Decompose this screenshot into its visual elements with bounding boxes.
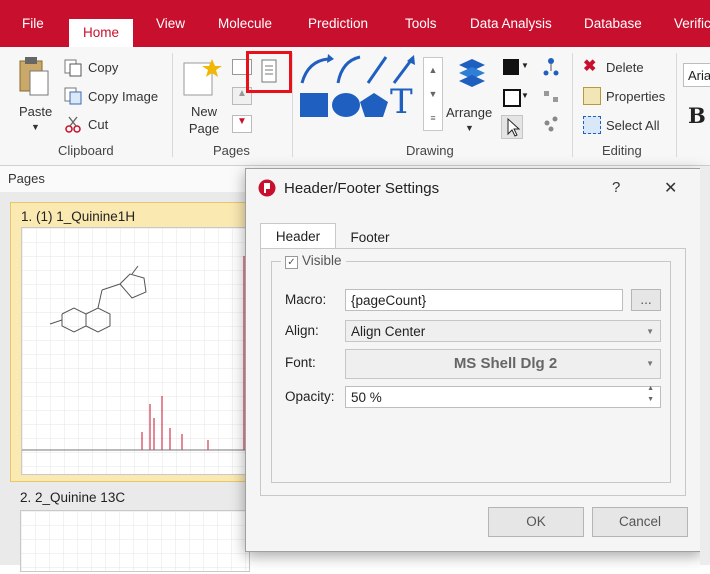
page-thumbnail-label[interactable]: 2. 2_Quinine 13C — [20, 490, 125, 505]
delete-button[interactable]: Delete — [606, 60, 644, 75]
cut-icon — [64, 115, 82, 133]
line-color-button[interactable] — [503, 89, 521, 107]
select-tool-button[interactable] — [501, 115, 523, 139]
bold-button[interactable]: B — [688, 103, 706, 128]
cut-button[interactable]: Cut — [88, 117, 108, 132]
menu-tab-verification[interactable]: Verific — [674, 0, 710, 47]
check-icon: ✓ — [285, 256, 298, 269]
document-area-edge — [700, 166, 710, 565]
font-select-value: MS Shell Dlg 2 — [453, 355, 558, 372]
paste-label: Paste — [19, 104, 53, 119]
text-tool-icon[interactable]: T — [390, 85, 413, 119]
chevron-down-icon: ▼ — [646, 327, 654, 336]
tab-header[interactable]: Header — [260, 223, 336, 250]
page-thumbnail-image — [21, 227, 255, 475]
header-footer-button[interactable] — [246, 51, 292, 93]
menu-tab-file[interactable]: File — [22, 0, 44, 47]
pages-panel-title: Pages — [8, 171, 45, 186]
copy-button[interactable]: Copy — [88, 60, 118, 75]
drawing-gallery-scroller[interactable]: ▲ ▼ ≡ — [423, 57, 443, 131]
page-thumbnail-image[interactable] — [20, 510, 250, 572]
spectrum-preview — [21, 511, 249, 571]
chevron-down-icon: ▼ — [646, 359, 654, 368]
opacity-spinbox[interactable]: 50 % ▲ ▼ — [345, 383, 661, 408]
pages-group-label: Pages — [213, 143, 250, 158]
menu-tab-data-analysis[interactable]: Data Analysis — [470, 0, 552, 47]
select-all-icon — [583, 116, 601, 134]
opacity-value: 50 % — [351, 390, 382, 405]
arrange-button[interactable]: Arrange — [446, 105, 492, 120]
group-divider — [676, 53, 677, 157]
font-select[interactable]: MS Shell Dlg 2 ▼ — [345, 349, 661, 379]
group-divider — [172, 53, 173, 157]
font-name-combo[interactable]: Aria — [683, 63, 710, 87]
macro-label: Macro: — [285, 292, 327, 307]
align-tools-icon[interactable] — [541, 57, 561, 137]
line-color-dropdown-icon[interactable]: ▼ — [521, 91, 529, 100]
align-label: Align: — [285, 323, 319, 338]
tab-panel: ✓ Visible Macro: {pageCount} ... Align: A… — [260, 248, 686, 496]
header-footer-icon — [261, 59, 277, 83]
ribbon: Paste ▼ Copy Copy Image Cut Clipboard Ne… — [0, 47, 710, 166]
visible-label: Visible — [302, 253, 342, 268]
menu-bar: File Home View Molecule Prediction Tools… — [0, 0, 710, 47]
copy-image-icon — [64, 87, 82, 105]
app-logo-icon — [258, 179, 276, 197]
dialog-title: Header/Footer Settings — [284, 180, 440, 197]
arrange-icon — [459, 59, 485, 87]
paste-icon — [19, 57, 49, 96]
new-page-icon — [182, 57, 224, 97]
page-thumbnail-selected[interactable]: 1. (1) 1_Quinine1H — [10, 202, 255, 482]
new-page-button[interactable]: New Page — [188, 103, 220, 137]
paste-button[interactable] — [14, 55, 54, 101]
menu-tab-molecule[interactable]: Molecule — [218, 0, 272, 47]
tab-footer[interactable]: Footer — [340, 227, 400, 249]
move-page-down-icon[interactable]: ▼ — [232, 115, 252, 133]
macro-input[interactable]: {pageCount} — [345, 289, 623, 311]
align-select-value: Align Center — [351, 324, 426, 339]
arrange-dropdown-icon[interactable]: ▼ — [465, 123, 474, 133]
menu-tab-home[interactable]: Home — [69, 19, 134, 47]
align-select[interactable]: Align Center ▼ — [345, 320, 661, 342]
menu-tab-database[interactable]: Database — [584, 0, 642, 47]
fill-color-dropdown-icon[interactable]: ▼ — [521, 61, 529, 70]
paste-dropdown-icon[interactable]: ▼ — [31, 122, 40, 132]
group-divider — [572, 53, 573, 157]
menu-tab-tools[interactable]: Tools — [405, 0, 437, 47]
header-footer-dialog: Header/Footer Settings ? ✕ Header Footer… — [245, 168, 702, 552]
menu-tab-view[interactable]: View — [156, 0, 185, 47]
pointer-icon — [507, 117, 521, 137]
group-divider — [292, 53, 293, 157]
visible-checkbox[interactable]: ✓ Visible — [281, 253, 346, 269]
select-all-button[interactable]: Select All — [606, 118, 659, 133]
pages-panel: 1. (1) 1_Quinine1H 2. 2_Quinine 13C — [0, 192, 255, 572]
delete-icon: ✖ — [583, 58, 597, 75]
page-thumbnail-label: 1. (1) 1_Quinine1H — [21, 209, 136, 224]
fill-color-button[interactable] — [503, 59, 519, 75]
spin-arrows-icon[interactable]: ▲ ▼ — [647, 383, 654, 405]
editing-group-label: Editing — [602, 143, 642, 158]
help-button[interactable]: ? — [612, 179, 620, 196]
properties-button[interactable]: Properties — [606, 89, 665, 104]
pages-panel-header: Pages — [0, 166, 250, 193]
drawing-group-label: Drawing — [406, 143, 454, 158]
close-button[interactable]: ✕ — [664, 178, 677, 198]
font-label: Font: — [285, 355, 316, 370]
copy-icon — [64, 59, 82, 77]
spectrum-preview — [22, 228, 254, 474]
properties-icon — [583, 87, 601, 105]
menu-tab-prediction[interactable]: Prediction — [308, 0, 368, 47]
copy-image-button[interactable]: Copy Image — [88, 89, 158, 104]
clipboard-group-label: Clipboard — [58, 143, 114, 158]
macro-browse-button[interactable]: ... — [631, 289, 661, 311]
cancel-button[interactable]: Cancel — [592, 507, 688, 537]
opacity-label: Opacity: — [285, 389, 335, 404]
ok-button[interactable]: OK — [488, 507, 584, 537]
